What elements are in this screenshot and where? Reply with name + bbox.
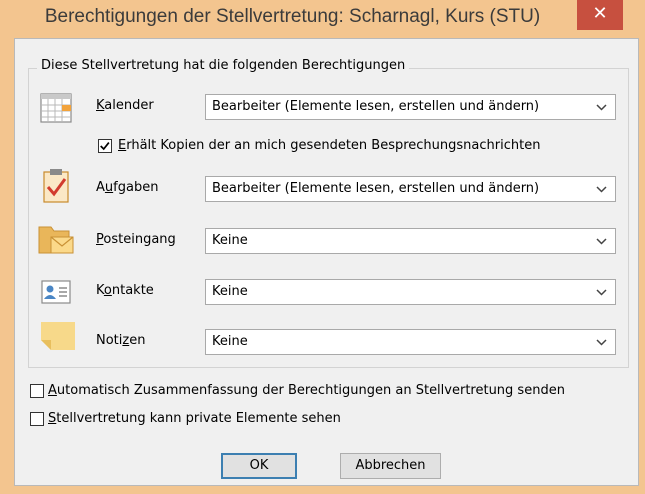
permissions-group-legend: Diese Stellvertretung hat die folgenden … bbox=[37, 58, 410, 73]
inbox-permission-select[interactable]: Keine bbox=[205, 228, 616, 254]
summary-checkbox-label[interactable]: Automatisch Zusammenfassung der Berechti… bbox=[48, 383, 565, 398]
calendar-label: Kalender bbox=[96, 98, 154, 113]
dialog-window: Berechtigungen der Stellvertretung: Scha… bbox=[0, 0, 645, 494]
chevron-down-icon bbox=[596, 339, 607, 346]
summary-checkbox[interactable] bbox=[30, 384, 44, 398]
dialog-title: Berechtigungen der Stellvertretung: Scha… bbox=[44, 6, 541, 27]
calendar-permission-select[interactable]: Bearbeiter (Elemente lesen, erstellen un… bbox=[205, 94, 616, 120]
chevron-down-icon bbox=[596, 104, 607, 111]
contacts-icon bbox=[41, 280, 71, 304]
checkmark-icon bbox=[100, 142, 110, 151]
title-bar[interactable]: Berechtigungen der Stellvertretung: Scha… bbox=[0, 0, 645, 36]
tasks-label: Aufgaben bbox=[96, 180, 159, 195]
close-button[interactable]: ✕ bbox=[577, 0, 623, 30]
calendar-row: Kalender Bearbeiter (Elemente lesen, ers… bbox=[15, 92, 640, 123]
close-icon: ✕ bbox=[592, 3, 608, 24]
tasks-icon bbox=[43, 169, 69, 203]
private-items-checkbox-label[interactable]: Stellvertretung kann private Elemente se… bbox=[48, 411, 341, 426]
notes-icon bbox=[41, 322, 75, 350]
cancel-button[interactable]: Abbrechen bbox=[340, 453, 441, 479]
contacts-permission-select[interactable]: Keine bbox=[205, 279, 616, 305]
dialog-body: Diese Stellvertretung hat die folgenden … bbox=[14, 38, 639, 486]
copies-checkbox-label[interactable]: Erhält Kopien der an mich gesendeten Bes… bbox=[118, 138, 540, 153]
ok-button[interactable]: OK bbox=[221, 453, 297, 479]
calendar-icon bbox=[40, 93, 72, 123]
copies-checkbox[interactable] bbox=[98, 139, 112, 153]
contacts-label: Kontakte bbox=[96, 283, 154, 298]
private-items-checkbox[interactable] bbox=[30, 412, 44, 426]
inbox-row: Posteingang Keine bbox=[15, 226, 640, 256]
chevron-down-icon bbox=[596, 238, 607, 245]
tasks-row: Aufgaben Bearbeiter (Elemente lesen, ers… bbox=[15, 169, 640, 204]
notes-label: Notizen bbox=[96, 333, 146, 348]
chevron-down-icon bbox=[596, 186, 607, 193]
tasks-permission-select[interactable]: Bearbeiter (Elemente lesen, erstellen un… bbox=[205, 176, 616, 202]
inbox-icon bbox=[38, 226, 74, 254]
inbox-label: Posteingang bbox=[96, 232, 176, 247]
contacts-row: Kontakte Keine bbox=[15, 277, 640, 307]
notes-permission-select[interactable]: Keine bbox=[205, 329, 616, 355]
chevron-down-icon bbox=[596, 289, 607, 296]
notes-row: Notizen Keine bbox=[15, 322, 640, 357]
